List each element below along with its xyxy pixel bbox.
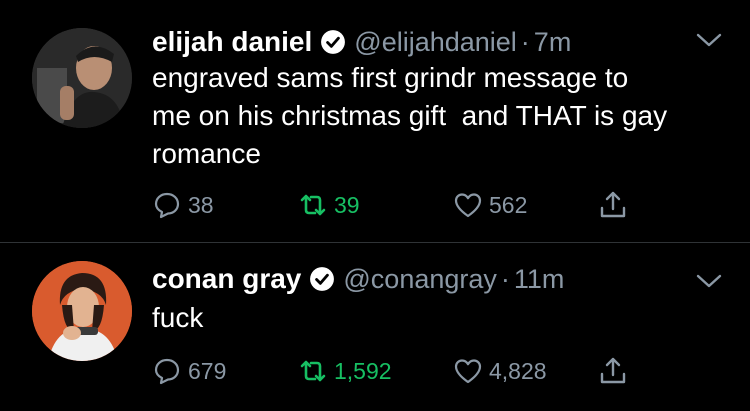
share-button[interactable] [598,353,634,389]
retweet-count: 39 [334,191,360,218]
share-button[interactable] [598,187,634,223]
display-name[interactable]: elijah daniel [152,26,312,58]
tweet-conan[interactable]: conan gray @conangray · 11m fuck 679 1,5… [0,243,750,411]
tweet-actions: 679 1,592 4,828 [152,353,652,389]
like-count: 562 [489,191,528,218]
reply-count: 679 [188,357,227,384]
retweet-button[interactable]: 1,592 [298,353,392,389]
reply-icon [154,192,180,219]
reply-button[interactable]: 38 [152,187,214,223]
avatar[interactable] [32,28,132,128]
reply-icon [154,358,180,385]
like-count: 4,828 [489,357,547,384]
retweet-icon [300,360,326,382]
separator-dot: · [500,263,510,294]
tweet-elijah[interactable]: elijah daniel @elijahdaniel · 7m engrave… [0,0,750,242]
tweet-actions: 38 39 562 [152,187,652,223]
timestamp[interactable]: 11m [514,264,565,295]
handle[interactable]: @elijahdaniel [354,27,517,58]
like-icon [454,359,482,384]
avatar-photo [32,261,132,361]
retweet-button[interactable]: 39 [298,187,360,223]
chevron-down-icon[interactable] [696,273,722,289]
verified-badge-icon [321,30,346,54]
like-button[interactable]: 562 [453,187,527,223]
retweet-count: 1,592 [334,357,392,384]
share-icon [600,357,626,384]
tweet-text: fuck [152,302,204,333]
retweet-icon [300,194,326,216]
avatar-photo [32,28,132,128]
separator-dot: · [520,26,530,57]
tweet-text: engraved sams first grindr message to me… [152,62,668,169]
display-name[interactable]: conan gray [152,263,301,295]
chevron-down-icon[interactable] [696,32,722,48]
handle[interactable]: @conangray [343,264,497,295]
like-icon [454,193,482,218]
reply-count: 38 [188,191,214,218]
like-button[interactable]: 4,828 [453,353,547,389]
timestamp[interactable]: 7m [534,27,572,58]
tweet-header: elijah daniel @elijahdaniel · 7m [152,22,571,62]
tweet-header: conan gray @conangray · 11m [152,259,564,299]
share-icon [600,191,626,218]
avatar[interactable] [32,261,132,361]
verified-badge-icon [310,267,335,291]
reply-button[interactable]: 679 [152,353,226,389]
